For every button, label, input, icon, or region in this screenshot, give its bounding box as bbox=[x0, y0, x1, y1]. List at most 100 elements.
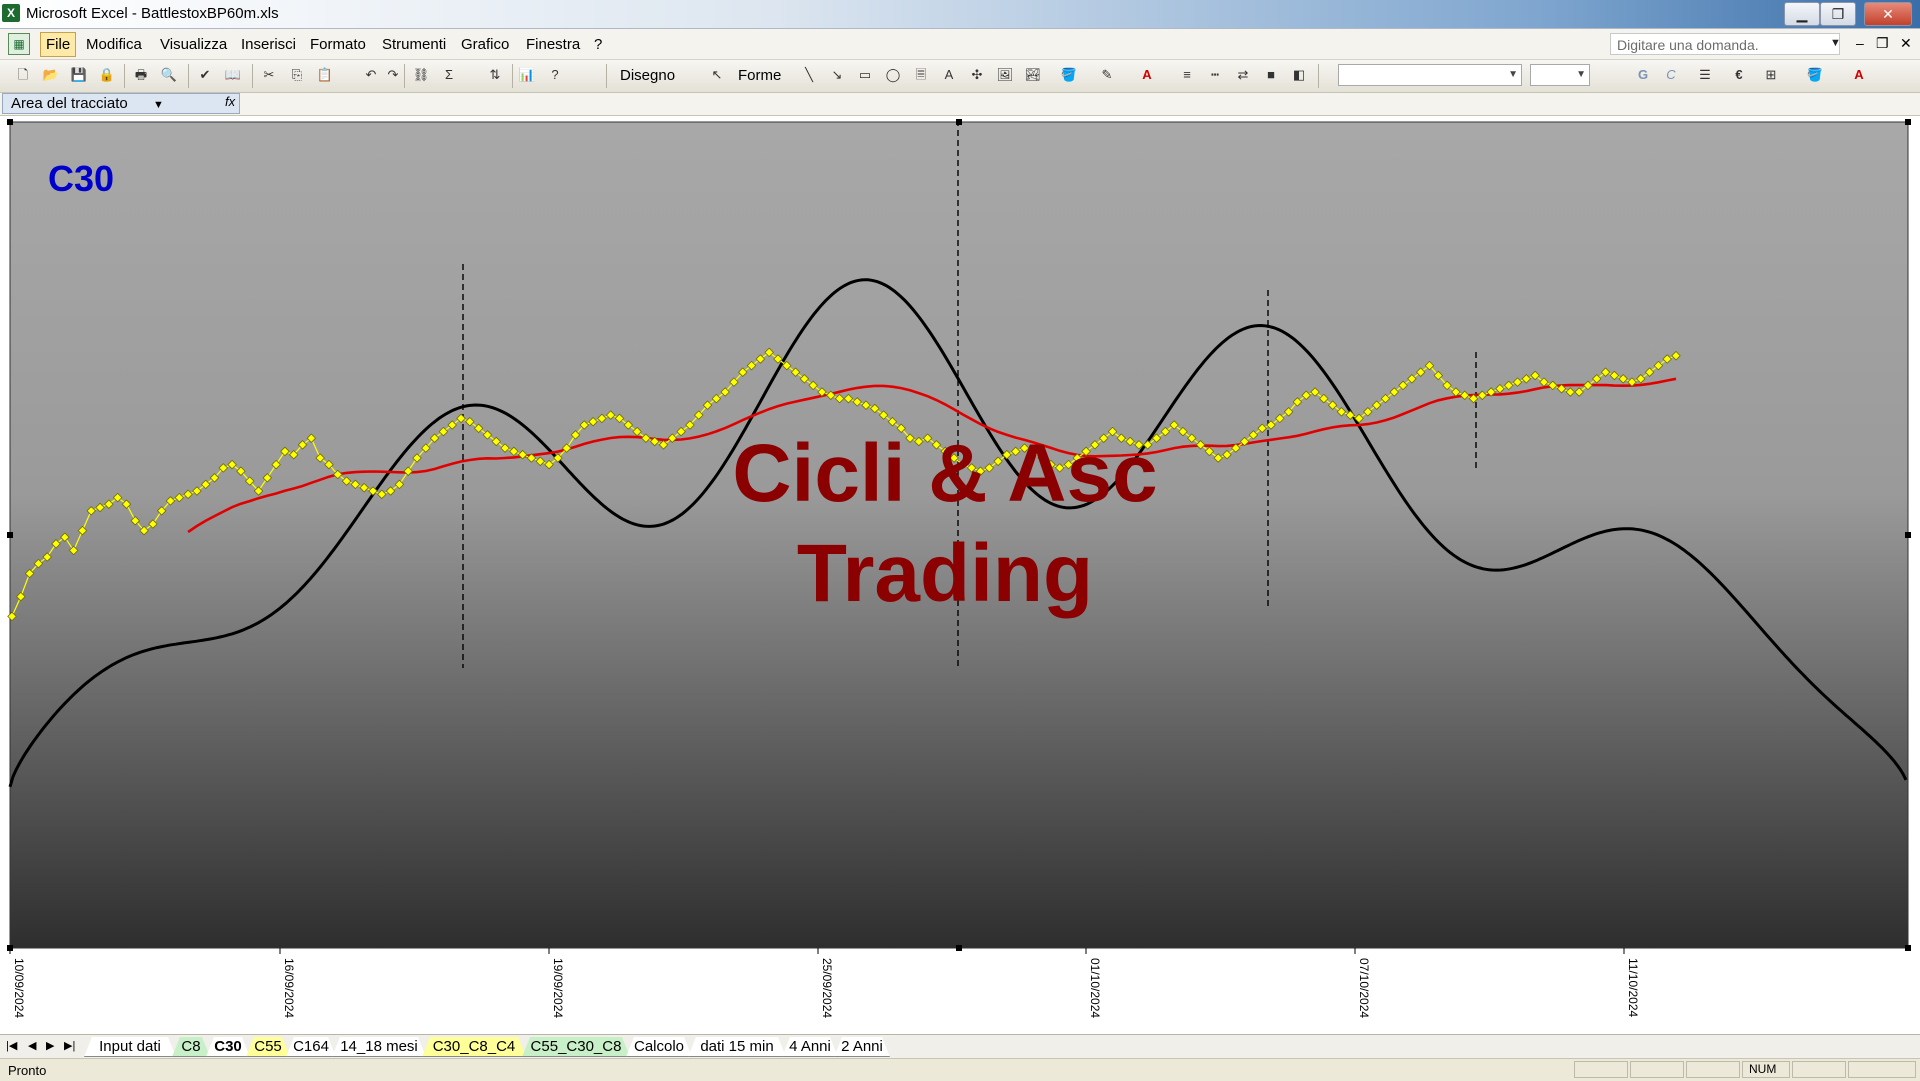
x-tick-label: 07/10/2024 bbox=[1357, 958, 1371, 1018]
menu-formato[interactable]: Formato bbox=[310, 36, 366, 53]
print-icon[interactable]: 🖶 bbox=[132, 66, 150, 84]
copy-icon[interactable]: ⎘ bbox=[288, 66, 306, 84]
sheet-tab-c30-c8-c4[interactable]: C30_C8_C4 bbox=[422, 1037, 526, 1056]
sheet-tab-c55[interactable]: C55 bbox=[246, 1037, 290, 1056]
font-color2-icon[interactable]: A bbox=[1850, 66, 1868, 84]
resize-handle[interactable] bbox=[956, 945, 962, 951]
borders-icon[interactable]: ⊞ bbox=[1762, 66, 1780, 84]
line-color-icon[interactable]: ✎ bbox=[1098, 66, 1116, 84]
select-objects-icon[interactable]: ↖ bbox=[708, 66, 726, 84]
chart[interactable]: 10/09/2024 16/09/2024 19/09/2024 25/09/2024… bbox=[0, 116, 1920, 1034]
font-color-icon[interactable]: A bbox=[1138, 66, 1156, 84]
fill-color-icon[interactable]: 🪣 bbox=[1060, 66, 1078, 84]
fx-icon[interactable]: fx bbox=[225, 94, 235, 109]
fill-color2-icon[interactable]: 🪣 bbox=[1806, 66, 1824, 84]
watermark-line1: Cicli & Asc bbox=[732, 428, 1157, 519]
research-icon[interactable]: 📖 bbox=[224, 66, 242, 84]
name-box[interactable]: Area del tracciato ▼ bbox=[2, 93, 240, 114]
redo-icon[interactable]: ↷ bbox=[384, 66, 402, 84]
sheet-tab-2-anni[interactable]: 2 Anni bbox=[834, 1037, 890, 1056]
sort-icon[interactable]: ⇅ bbox=[486, 66, 504, 84]
shadow-icon[interactable]: ■ bbox=[1262, 66, 1280, 84]
clipart-icon[interactable]: 🖼 bbox=[996, 66, 1014, 84]
status-cell bbox=[1848, 1061, 1916, 1078]
hyperlink-icon[interactable]: ⛓ bbox=[412, 66, 430, 84]
diagram-icon[interactable]: ✣ bbox=[968, 66, 986, 84]
drawing-menu[interactable]: Disegno bbox=[620, 67, 675, 84]
italic-button[interactable]: C bbox=[1662, 66, 1680, 84]
chart-wizard-icon[interactable]: 📊 bbox=[518, 66, 536, 84]
sheet-tab-4-anni[interactable]: 4 Anni bbox=[782, 1037, 838, 1056]
help-icon[interactable]: ? bbox=[546, 66, 564, 84]
doc-restore-icon[interactable]: ❐ bbox=[1876, 35, 1889, 52]
menu-file[interactable]: File bbox=[40, 32, 77, 57]
minimize-button[interactable]: ▁ bbox=[1784, 2, 1820, 26]
menu-strumenti[interactable]: Strumenti bbox=[382, 36, 446, 53]
autoshapes-menu[interactable]: Forme bbox=[738, 67, 781, 84]
menu-finestra[interactable]: Finestra bbox=[526, 36, 580, 53]
sheet-tab-c164[interactable]: C164 bbox=[286, 1037, 336, 1056]
align-icon[interactable]: ☰ bbox=[1696, 66, 1714, 84]
textbox-icon[interactable]: 🗏 bbox=[912, 66, 930, 84]
rectangle-icon[interactable]: ▭ bbox=[856, 66, 874, 84]
ask-question-input[interactable]: Digitare una domanda. bbox=[1610, 33, 1840, 55]
permission-icon[interactable]: 🔒 bbox=[98, 66, 116, 84]
chevron-down-icon[interactable]: ▼ bbox=[153, 96, 164, 115]
resize-handle[interactable] bbox=[1905, 532, 1911, 538]
font-name-combo[interactable]: ▼ bbox=[1338, 64, 1522, 86]
sheet-tab-c8[interactable]: C8 bbox=[172, 1037, 210, 1056]
resize-handle[interactable] bbox=[7, 945, 13, 951]
spelling-icon[interactable]: ✔ bbox=[196, 66, 214, 84]
picture-icon[interactable]: 🏞 bbox=[1024, 66, 1042, 84]
document-icon[interactable]: ▦ bbox=[8, 33, 30, 55]
line-style-icon[interactable]: ≡ bbox=[1178, 66, 1196, 84]
menu-visualizza[interactable]: Visualizza bbox=[160, 36, 227, 53]
next-sheet-icon[interactable]: ▶ bbox=[46, 1039, 54, 1052]
sheet-tab-14-18-mesi[interactable]: 14_18 mesi bbox=[332, 1037, 426, 1056]
sheet-tab-input-dati[interactable]: Input dati bbox=[84, 1037, 176, 1056]
chevron-down-icon[interactable]: ▼ bbox=[1830, 37, 1841, 49]
menu-modifica[interactable]: Modifica bbox=[86, 36, 142, 53]
font-size-combo[interactable]: ▼ bbox=[1530, 64, 1590, 86]
sheet-tab-label: 2 Anni bbox=[841, 1038, 883, 1055]
close-button[interactable]: ✕ bbox=[1864, 2, 1912, 26]
resize-handle[interactable] bbox=[956, 119, 962, 125]
sheet-tab-dati-15-min[interactable]: dati 15 min bbox=[688, 1037, 786, 1056]
menu-grafico[interactable]: Grafico bbox=[461, 36, 509, 53]
resize-handle[interactable] bbox=[1905, 945, 1911, 951]
sheet-tab-c30[interactable]: C30 bbox=[206, 1037, 250, 1056]
arrow-style-icon[interactable]: ⇄ bbox=[1234, 66, 1252, 84]
3d-icon[interactable]: ◧ bbox=[1290, 66, 1308, 84]
sheet-tab-label: C30_C8_C4 bbox=[432, 1038, 516, 1055]
first-sheet-icon[interactable]: |◀ bbox=[6, 1039, 17, 1052]
doc-minimize-icon[interactable]: – bbox=[1856, 35, 1864, 51]
euro-button[interactable]: € bbox=[1730, 66, 1748, 84]
prev-sheet-icon[interactable]: ◀ bbox=[28, 1039, 36, 1052]
print-preview-icon[interactable]: 🔍 bbox=[160, 66, 178, 84]
line-icon[interactable]: ╲ bbox=[800, 66, 818, 84]
new-icon[interactable]: 🗋 bbox=[14, 66, 32, 84]
open-icon[interactable]: 📂 bbox=[42, 66, 60, 84]
last-sheet-icon[interactable]: ▶| bbox=[64, 1039, 75, 1052]
sheet-tab-calcolo[interactable]: Calcolo bbox=[626, 1037, 692, 1056]
resize-handle[interactable] bbox=[1905, 119, 1911, 125]
resize-handle[interactable] bbox=[7, 119, 13, 125]
autosum-icon[interactable]: Σ bbox=[440, 66, 458, 84]
excel-icon[interactable]: X bbox=[2, 4, 20, 22]
arrow-icon[interactable]: ↘ bbox=[828, 66, 846, 84]
menu-inserisci[interactable]: Inserisci bbox=[241, 36, 296, 53]
wordart-icon[interactable]: A bbox=[940, 66, 958, 84]
cut-icon[interactable]: ✂ bbox=[260, 66, 278, 84]
doc-close-icon[interactable]: ✕ bbox=[1900, 35, 1912, 52]
undo-icon[interactable]: ↶ bbox=[362, 66, 380, 84]
sheet-tab-c55-c30-c8[interactable]: C55_C30_C8 bbox=[522, 1037, 630, 1056]
menu-help[interactable]: ? bbox=[594, 36, 602, 53]
resize-handle[interactable] bbox=[7, 532, 13, 538]
bold-button[interactable]: G bbox=[1634, 66, 1652, 84]
oval-icon[interactable]: ◯ bbox=[884, 66, 902, 84]
maximize-button[interactable]: ❐ bbox=[1820, 2, 1856, 26]
paste-icon[interactable]: 📋 bbox=[316, 66, 334, 84]
dash-style-icon[interactable]: ┅ bbox=[1206, 66, 1224, 84]
status-cell bbox=[1630, 1061, 1684, 1078]
save-icon[interactable]: 💾 bbox=[70, 66, 88, 84]
